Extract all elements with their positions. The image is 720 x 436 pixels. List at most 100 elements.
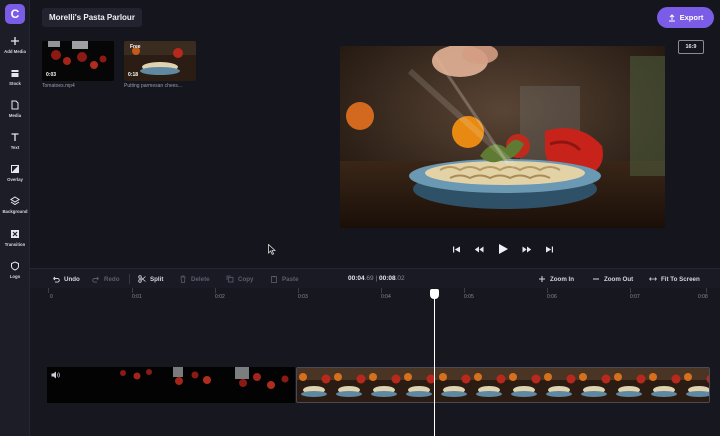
sidebar-item-label: Stock (9, 81, 21, 86)
sidebar-item-overlay[interactable]: Overlay (0, 164, 30, 190)
plus-icon (539, 276, 545, 282)
paste-icon (271, 276, 277, 283)
export-label: Export (679, 13, 704, 22)
ruler-label: 0:01 (132, 294, 142, 300)
undo-icon (53, 276, 60, 283)
project-title[interactable]: Morelli's Pasta Parlour (42, 8, 142, 27)
delete-label: Delete (191, 275, 210, 283)
fast-forward-icon (522, 246, 532, 252)
minus-icon (593, 278, 599, 280)
plus-icon (11, 37, 19, 45)
copy-icon (226, 275, 234, 283)
stock-icon (11, 70, 19, 77)
sidebar-item-text[interactable]: Text (0, 132, 30, 158)
sidebar-item-logo[interactable]: Logo (0, 261, 30, 287)
sidebar-item-add-media[interactable]: Add Media (0, 36, 30, 62)
undo-button[interactable]: Undo (52, 269, 80, 289)
zoom-out-label: Zoom Out (604, 275, 634, 283)
clip-filename: Putting parmesan chees... (124, 83, 183, 89)
video-preview[interactable] (340, 46, 665, 228)
video-track (47, 367, 710, 403)
split-button[interactable]: Split (138, 269, 163, 289)
fit-label: Fit To Screen (661, 275, 700, 283)
sidebar-item-label: Overlay (7, 177, 23, 182)
fast-forward-button[interactable] (522, 245, 532, 254)
timeline-toolbar: Undo Redo Split Delete Copy Paste 00:04.… (30, 268, 720, 288)
skip-to-end-button[interactable] (545, 245, 554, 254)
rewind-icon (474, 246, 484, 252)
export-button[interactable]: Export (657, 7, 714, 28)
skip-back-icon (453, 246, 460, 252)
sidebar-item-label: Text (10, 145, 20, 150)
delete-button[interactable]: Delete (179, 269, 210, 289)
fit-arrows-icon (649, 277, 657, 281)
sidebar-item-label: Transition (4, 242, 26, 247)
fit-to-screen-button[interactable]: Fit To Screen (649, 269, 700, 289)
speaker-icon[interactable] (51, 371, 60, 379)
total-time-fraction: .02 (395, 275, 405, 282)
free-badge: Free (130, 44, 141, 50)
rewind-button[interactable] (474, 245, 484, 254)
pasta-filmstrip (297, 368, 709, 402)
sidebar-item-label: Add Media (4, 49, 26, 54)
ruler-label: 0:02 (215, 294, 225, 300)
sidebar-item-background[interactable]: Background (0, 196, 30, 222)
zoom-in-button[interactable]: Zoom In (538, 269, 574, 289)
total-time: 00:08 (378, 275, 396, 282)
sidebar: C Add Media Stock Media Text Overlay Bac… (0, 0, 30, 436)
zoom-out-button[interactable]: Zoom Out (592, 269, 633, 289)
current-time-fraction: .69 (364, 275, 374, 282)
text-icon (11, 133, 19, 141)
undo-label: Undo (64, 275, 80, 283)
play-icon (499, 244, 508, 254)
paste-button[interactable]: Paste (270, 269, 299, 289)
skip-to-start-button[interactable] (452, 245, 461, 254)
ruler-label: 0:07 (630, 294, 640, 300)
scissors-icon (138, 275, 146, 283)
timeline[interactable]: 0 0:01 0:02 0:03 0:04 0:05 0:06 0:07 0:0… (30, 288, 720, 436)
preview-frame (340, 46, 665, 228)
toolbar-divider (129, 274, 130, 284)
paste-label: Paste (282, 275, 299, 283)
layers-icon (10, 196, 20, 206)
copy-button[interactable]: Copy (226, 269, 253, 289)
sidebar-item-label: Logo (9, 274, 21, 279)
aspect-ratio-button[interactable]: 16:9 (678, 40, 704, 54)
playhead-handle[interactable] (430, 289, 439, 299)
ruler-label: 0:03 (298, 294, 308, 300)
track-clip-tomatoes[interactable] (47, 367, 295, 403)
sidebar-item-label: Background (2, 209, 28, 214)
ruler-label: 0:04 (381, 294, 391, 300)
redo-icon (92, 276, 99, 283)
ruler-label: 0:05 (464, 294, 474, 300)
sidebar-item-stock[interactable]: Stock (0, 68, 30, 94)
play-button[interactable] (497, 243, 509, 255)
transition-icon (11, 230, 19, 238)
playback-controls (452, 241, 554, 257)
sidebar-item-transition[interactable]: Transition (0, 229, 30, 255)
clip-duration: 0:18 (128, 72, 139, 78)
tomatoes-filmstrip (47, 367, 295, 403)
mouse-cursor-icon (268, 244, 276, 255)
timecode-display: 00:04.69 | 00:08.02 (348, 269, 405, 289)
media-file-icon (11, 100, 19, 110)
track-clip-parmesan[interactable] (296, 367, 710, 403)
copy-label: Copy (238, 275, 254, 283)
overlay-icon (11, 165, 19, 173)
skip-forward-icon (546, 246, 553, 252)
ruler-label: 0 (50, 294, 53, 300)
zoom-in-label: Zoom In (550, 275, 575, 283)
playhead-line (434, 298, 435, 436)
shield-icon (11, 261, 19, 271)
clip-filename: Tomatoes.mp4 (42, 83, 75, 89)
app-logo[interactable]: C (5, 4, 25, 24)
sidebar-item-media[interactable]: Media (0, 100, 30, 126)
sidebar-item-label: Media (8, 113, 22, 118)
redo-label: Redo (104, 275, 120, 283)
current-time: 00:04 (348, 275, 365, 282)
clip-duration: 0:03 (46, 72, 57, 78)
media-clip-tomatoes[interactable]: 0:03 (42, 41, 114, 81)
media-clip-parmesan[interactable]: Free 0:18 (124, 41, 196, 81)
ruler-label: 0:08 (698, 294, 708, 300)
redo-button[interactable]: Redo (92, 269, 119, 289)
